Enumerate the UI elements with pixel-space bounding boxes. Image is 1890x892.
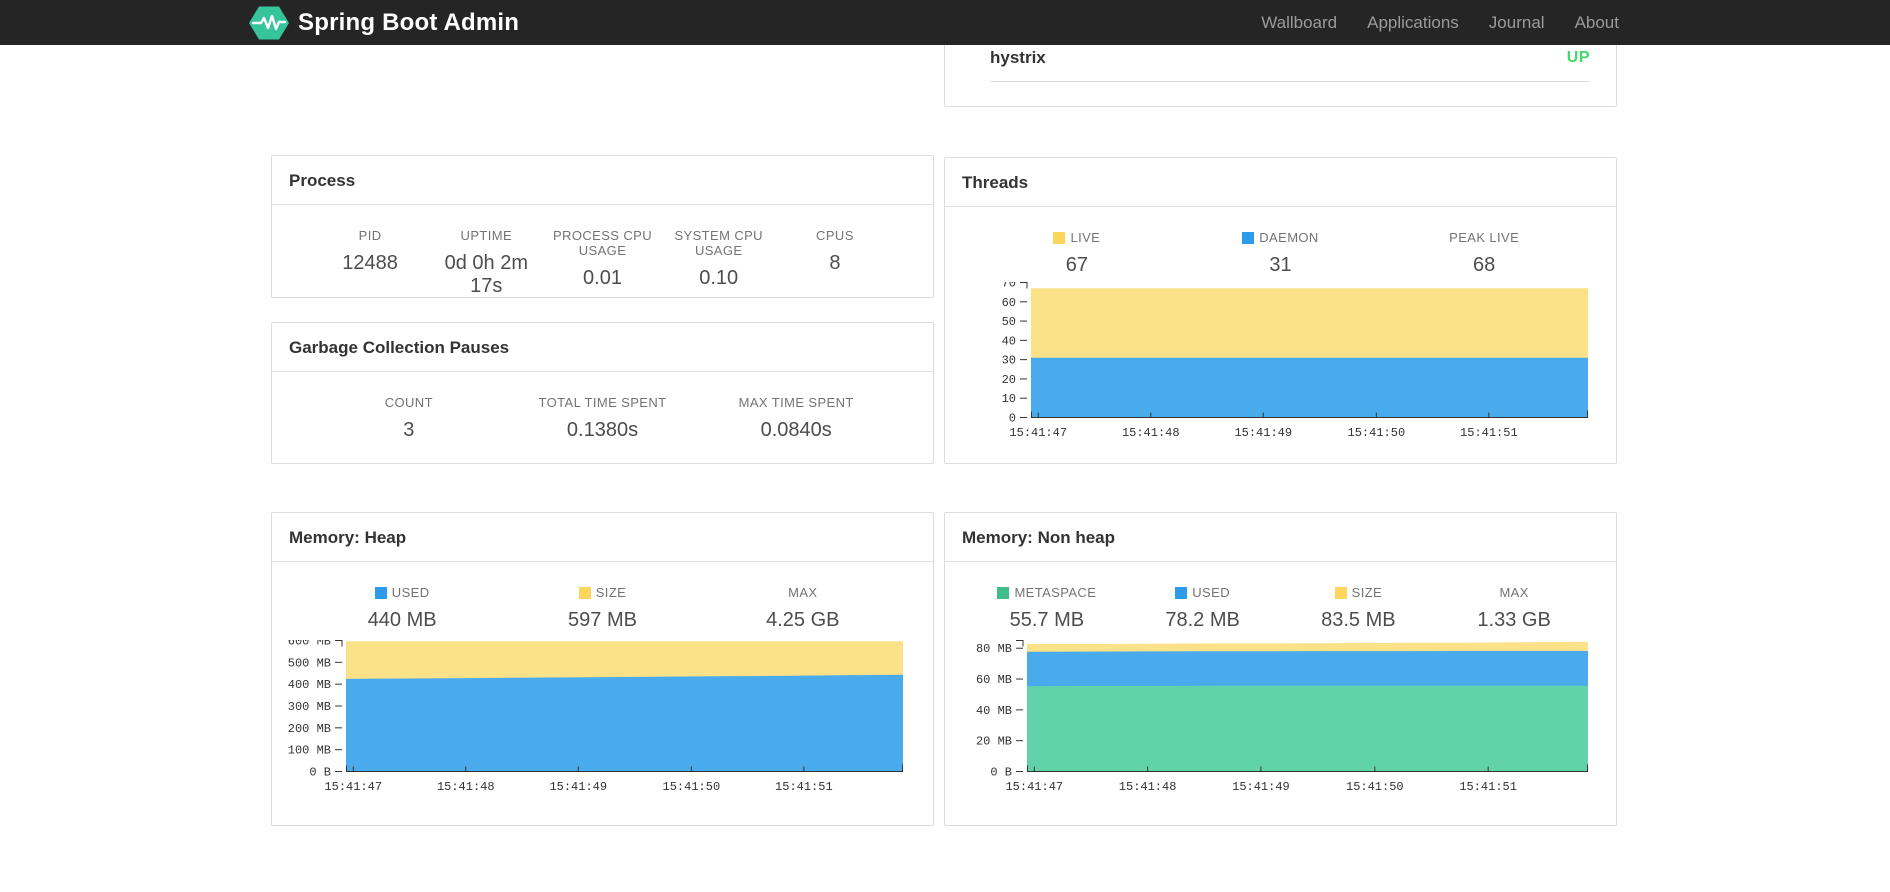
svg-text:15:41:48: 15:41:48 [437, 780, 495, 794]
gc-card-title: Garbage Collection Pauses [272, 323, 933, 372]
threads-stats: LIVE 67 DAEMON 31 PEAK LIVE 68 [945, 207, 1616, 277]
svg-text:200 MB: 200 MB [288, 722, 331, 736]
application-status-badge: UP [1566, 49, 1590, 66]
nonheap-card-title: Memory: Non heap [945, 513, 1616, 562]
heap-card-title: Memory: Heap [272, 513, 933, 562]
navbar-links: Wallboard Applications Journal About [1261, 0, 1619, 45]
svg-text:0 B: 0 B [990, 766, 1012, 780]
memory-heap-card: Memory: Heap USED 440 MB SIZE 597 MB MAX… [271, 512, 934, 826]
metaspace-legend-swatch-icon [997, 586, 1010, 599]
stat-cpus: CPUS 8 [816, 228, 854, 274]
svg-text:500 MB: 500 MB [288, 656, 331, 670]
stat-gc-max-time: MAX TIME SPENT 0.0840s [738, 395, 854, 441]
stat-threads-peak-live: PEAK LIVE 68 [1449, 230, 1520, 276]
svg-text:15:41:51: 15:41:51 [775, 780, 833, 794]
svg-text:40: 40 [1002, 334, 1016, 348]
stat-heap-used: USED 440 MB [367, 585, 437, 631]
svg-text:15:41:50: 15:41:50 [663, 780, 721, 794]
stat-nonheap-max: MAX 1.33 GB [1477, 585, 1551, 631]
nav-applications[interactable]: Applications [1367, 13, 1459, 33]
svg-text:15:41:48: 15:41:48 [1122, 426, 1180, 440]
threads-card-title: Threads [945, 158, 1616, 207]
svg-text:15:41:49: 15:41:49 [1234, 426, 1292, 440]
svg-text:10: 10 [1002, 392, 1016, 406]
stat-process-cpu-usage: PROCESS CPU USAGE 0.01 [552, 228, 653, 289]
svg-text:100 MB: 100 MB [288, 744, 331, 758]
top-navbar: Spring Boot Admin Wallboard Applications… [0, 0, 1890, 45]
svg-text:20 MB: 20 MB [976, 735, 1012, 749]
svg-text:600 MB: 600 MB [288, 640, 331, 649]
heap-stats: USED 440 MB SIZE 597 MB MAX 4.25 GB [272, 562, 933, 632]
svg-text:15:41:47: 15:41:47 [1005, 780, 1063, 794]
svg-text:50: 50 [1002, 315, 1016, 329]
brand-title: Spring Boot Admin [298, 8, 520, 36]
threads-area-chart: 0 10 20 30 40 50 60 70 15:41:47 15:41:48 15:41:49 1… [1002, 282, 1588, 440]
nav-wallboard[interactable]: Wallboard [1261, 13, 1337, 33]
svg-text:0: 0 [1009, 412, 1016, 426]
stat-gc-total-time: TOTAL TIME SPENT 0.1380s [538, 395, 667, 441]
live-legend-swatch-icon [1053, 231, 1066, 244]
stat-system-cpu-usage: SYSTEM CPU USAGE 0.10 [674, 228, 763, 289]
svg-text:80 MB: 80 MB [976, 642, 1012, 656]
svg-text:15:41:51: 15:41:51 [1460, 426, 1518, 440]
stat-threads-live: LIVE 67 [975, 230, 1179, 277]
stat-gc-count: COUNT 3 [384, 395, 433, 441]
used-legend-swatch-icon [1175, 586, 1188, 599]
svg-text:15:41:48: 15:41:48 [1119, 780, 1177, 794]
gc-stats: COUNT 3 TOTAL TIME SPENT 0.1380s MAX TIM… [272, 372, 933, 442]
svg-text:30: 30 [1002, 354, 1016, 368]
stat-heap-max: MAX 4.25 GB [766, 585, 840, 631]
svg-text:300 MB: 300 MB [288, 700, 331, 714]
used-legend-swatch-icon [374, 586, 387, 599]
size-legend-swatch-icon [578, 586, 591, 599]
stat-threads-daemon: DAEMON 31 [1179, 230, 1383, 277]
application-name[interactable]: hystrix [990, 48, 1046, 68]
nonheap-area-chart: 0 B 20 MB 40 MB 60 MB 80 MB 15:41:47 15:41:48 1… [976, 640, 1588, 794]
process-stats: PID 12488 UPTIME 0d 0h 2m 17s PROCESS CP… [272, 205, 933, 298]
memory-nonheap-card: Memory: Non heap METASPACE 55.7 MB USED … [944, 512, 1617, 826]
svg-text:15:41:49: 15:41:49 [1232, 780, 1290, 794]
nonheap-stats: METASPACE 55.7 MB USED 78.2 MB SIZE 83.5… [945, 562, 1616, 632]
process-card-title: Process [272, 156, 933, 205]
svg-text:60 MB: 60 MB [976, 673, 1012, 687]
heap-area-chart: 0 B 100 MB 200 MB 300 MB 400 MB 500 MB 600 MB 1… [288, 640, 903, 794]
stat-nonheap-metaspace: METASPACE 55.7 MB [969, 585, 1125, 632]
application-row[interactable]: hystrix UP [990, 48, 1590, 82]
brand-link[interactable]: Spring Boot Admin [249, 0, 519, 45]
svg-text:60: 60 [1002, 296, 1016, 310]
svg-text:15:41:47: 15:41:47 [1009, 426, 1067, 440]
size-legend-swatch-icon [1334, 586, 1347, 599]
svg-text:15:41:49: 15:41:49 [549, 780, 607, 794]
nav-about[interactable]: About [1575, 13, 1619, 33]
svg-text:15:41:47: 15:41:47 [324, 780, 382, 794]
svg-text:0 B: 0 B [309, 766, 331, 780]
stat-nonheap-used: USED 78.2 MB [1165, 585, 1240, 631]
svg-text:15:41:50: 15:41:50 [1346, 780, 1404, 794]
stat-nonheap-size: SIZE 83.5 MB [1321, 585, 1396, 631]
pulse-hexagon-logo-icon [249, 5, 289, 41]
stat-heap-size: SIZE 597 MB [568, 585, 637, 631]
svg-text:15:41:51: 15:41:51 [1459, 780, 1517, 794]
nav-journal[interactable]: Journal [1489, 13, 1545, 33]
threads-card: Threads LIVE 67 DAEMON 31 PEAK LIVE 68 0… [944, 157, 1617, 464]
stat-pid: PID 12488 [342, 228, 398, 274]
svg-text:400 MB: 400 MB [288, 678, 331, 692]
svg-text:15:41:50: 15:41:50 [1348, 426, 1406, 440]
stat-uptime: UPTIME 0d 0h 2m 17s [444, 228, 528, 297]
svg-text:20: 20 [1002, 373, 1016, 387]
gc-pauses-card: Garbage Collection Pauses COUNT 3 TOTAL … [271, 322, 934, 464]
daemon-legend-swatch-icon [1242, 231, 1255, 244]
svg-text:40 MB: 40 MB [976, 704, 1012, 718]
process-card: Process PID 12488 UPTIME 0d 0h 2m 17s PR… [271, 155, 934, 298]
svg-text:70: 70 [1002, 282, 1016, 291]
